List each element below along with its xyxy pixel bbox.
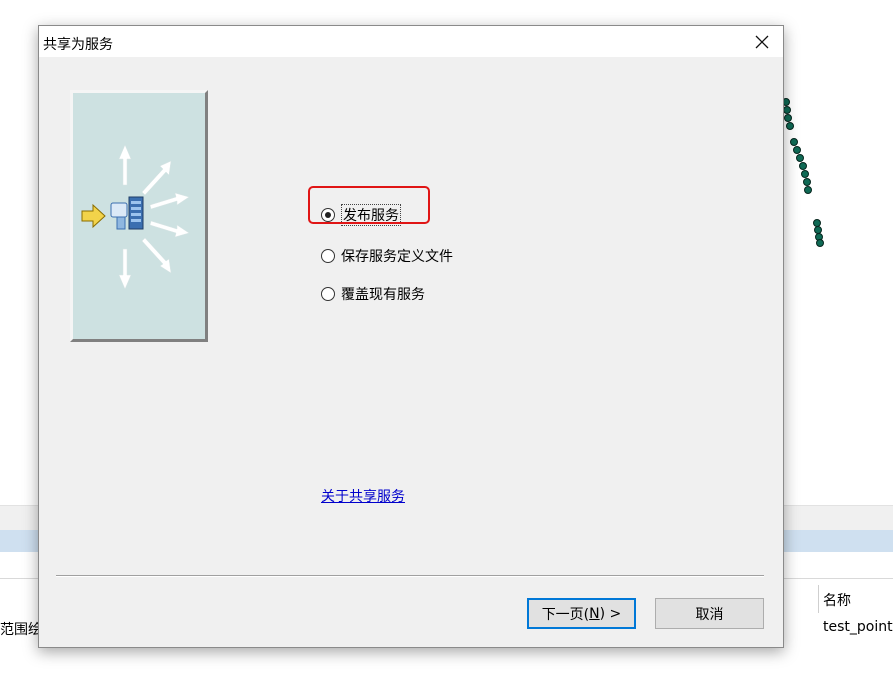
- about-sharing-services-link[interactable]: 关于共享服务: [321, 486, 405, 506]
- map-point: [816, 239, 824, 247]
- share-as-service-dialog: 共享为服务 发布服务 保存服务定义文件 覆盖现有服务 关于共享服务 下一页(N…: [38, 25, 784, 648]
- yellow-arrow-icon: [81, 203, 106, 229]
- map-point: [801, 170, 809, 178]
- next-label-suffix: ) >: [599, 605, 622, 622]
- map-point: [799, 162, 807, 170]
- radio-publish-service[interactable]: [321, 208, 335, 222]
- option-label: 覆盖现有服务: [341, 287, 425, 303]
- option-label: 保存服务定义文件: [341, 249, 453, 265]
- map-point: [784, 114, 792, 122]
- close-icon: [755, 35, 769, 49]
- map-point: [786, 122, 794, 130]
- next-button[interactable]: 下一页(N) >: [527, 598, 636, 629]
- cancel-button[interactable]: 取消: [655, 598, 764, 629]
- radio-save-service-definition[interactable]: [321, 249, 335, 263]
- publish-service-illustration: [70, 90, 208, 342]
- option-save-service-definition[interactable]: 保存服务定义文件: [321, 246, 453, 266]
- dialog-title: 共享为服务: [43, 37, 113, 53]
- option-label: 发布服务: [341, 204, 401, 226]
- map-point: [804, 186, 812, 194]
- background-column-separator: [818, 585, 819, 613]
- map-point: [793, 146, 801, 154]
- column-header-name[interactable]: 名称: [823, 590, 851, 610]
- map-point: [796, 154, 804, 162]
- next-label-mnemonic: N: [589, 605, 600, 622]
- table-cell-name[interactable]: test_point: [823, 619, 893, 635]
- close-button[interactable]: [747, 29, 777, 55]
- map-point: [803, 178, 811, 186]
- map-point: [790, 138, 798, 146]
- title-bar[interactable]: 共享为服务: [39, 26, 783, 57]
- next-label-prefix: 下一页(: [541, 606, 590, 623]
- radio-overwrite-service[interactable]: [321, 287, 335, 301]
- server-icon: [110, 196, 144, 230]
- option-overwrite-service[interactable]: 覆盖现有服务: [321, 284, 425, 304]
- map-point: [783, 106, 791, 114]
- separator: [56, 575, 764, 577]
- option-publish-service[interactable]: 发布服务: [321, 204, 401, 226]
